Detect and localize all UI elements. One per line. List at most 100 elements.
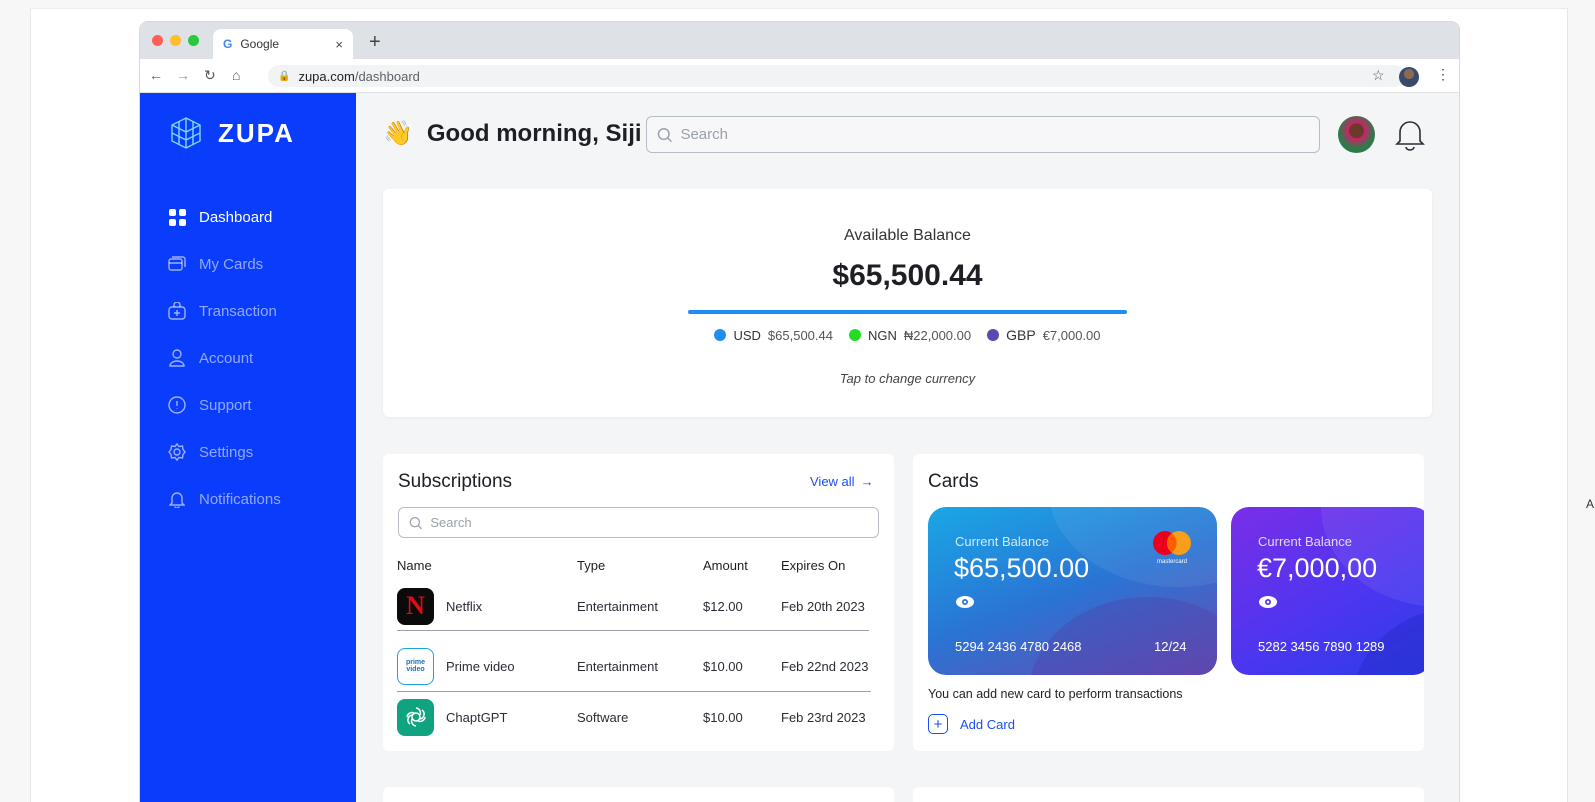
browser-tab[interactable]: G Google ×: [213, 29, 353, 59]
close-window-button[interactable]: [152, 35, 163, 46]
svg-text:mastercard: mastercard: [1157, 559, 1187, 565]
avatar[interactable]: [1338, 116, 1375, 153]
table-row[interactable]: N Netflix Entertainment $12.00 Feb 20th …: [397, 580, 880, 632]
eye-icon[interactable]: [955, 595, 975, 609]
change-currency-hint[interactable]: Tap to change currency: [383, 371, 1432, 386]
currency-code: USD: [733, 327, 761, 343]
row-name: Prime video: [446, 658, 515, 674]
brand-name: ZUPA: [218, 117, 295, 148]
sidebar-item-label: Transaction: [199, 302, 277, 320]
sidebar-item-label: Support: [199, 396, 252, 414]
currency-code: NGN: [867, 327, 897, 343]
cards-panel: Cards Current Balance $65,500.00 masterc…: [913, 454, 1424, 751]
notification-bell-icon[interactable]: [1394, 117, 1426, 151]
waving-hand-icon: 👋: [383, 120, 413, 147]
search-input[interactable]: [680, 126, 1319, 143]
gear-icon: [168, 443, 186, 461]
balance-card[interactable]: Available Balance $65,500.44 USD $65,500…: [383, 189, 1432, 417]
brand[interactable]: ZUPA: [168, 115, 295, 151]
currency-gbp[interactable]: GBP €7,000.00: [987, 327, 1101, 343]
column-header-amount: Amount: [703, 558, 748, 573]
search-icon: [409, 516, 422, 529]
edge-text: A: [1586, 497, 1595, 511]
row-name: ChaptGPT: [446, 709, 508, 725]
next-panel-stub: [913, 787, 1424, 802]
forward-icon[interactable]: →: [176, 67, 190, 83]
browser-menu-icon[interactable]: ⋮: [1436, 66, 1450, 83]
sidebar-item-label: Dashboard: [199, 208, 273, 226]
table-row[interactable]: prime video Prime video Entertainment $1…: [397, 640, 880, 692]
google-icon: G: [223, 37, 233, 51]
grid-icon: [168, 208, 186, 226]
subscriptions-search-input[interactable]: [430, 515, 878, 530]
currency-list: USD $65,500.44 NGN ₦22,000.00 GBP €7,000…: [383, 327, 1432, 343]
sidebar-item-label: Account: [199, 349, 254, 367]
bookmark-star-icon[interactable]: ☆: [1372, 67, 1385, 84]
add-card-button[interactable]: + Add Card: [928, 714, 1015, 734]
cube-logo-icon: [171, 117, 201, 149]
lock-icon: 🔒: [278, 70, 291, 82]
plus-icon: +: [928, 714, 948, 734]
window-controls: [152, 35, 199, 46]
currency-code: GBP: [1006, 327, 1036, 343]
sidebar-item-notifications[interactable]: Notifications: [168, 489, 281, 509]
table-row[interactable]: ChaptGPT Software $10.00 Feb 23rd 2023: [397, 691, 880, 743]
minimize-window-button[interactable]: [170, 35, 181, 46]
back-icon[interactable]: ←: [149, 67, 163, 83]
tab-bar: G Google × +: [140, 22, 1459, 59]
bell-icon: [168, 490, 186, 508]
column-header-expires: Expires On: [781, 558, 846, 573]
balance-amount: $65,500.44: [832, 259, 983, 292]
maximize-window-button[interactable]: [188, 35, 199, 46]
url-host: zupa.com: [298, 68, 355, 84]
currency-value: $65,500.44: [767, 327, 833, 343]
currency-usd[interactable]: USD $65,500.44: [714, 327, 833, 343]
sidebar-item-dashboard[interactable]: Dashboard: [168, 207, 281, 227]
row-divider: [397, 630, 869, 631]
sidebar-item-label: Settings: [199, 443, 254, 461]
row-expires: Feb 22nd 2023: [781, 658, 869, 674]
currency-ngn[interactable]: NGN ₦22,000.00: [848, 327, 971, 343]
subscriptions-search[interactable]: [398, 507, 879, 538]
sidebar-nav: Dashboard My Cards Transaction Account S…: [168, 207, 281, 536]
netflix-icon: N: [397, 587, 434, 625]
card-balance-amount: $65,500.00: [954, 553, 1090, 583]
url-field[interactable]: 🔒 zupa.com/dashboard: [268, 65, 1405, 87]
new-tab-button[interactable]: +: [369, 31, 381, 54]
card-balance-label: Current Balance: [955, 534, 1049, 549]
browser-profile-avatar[interactable]: [1399, 67, 1419, 87]
next-panel-stub: [383, 787, 894, 802]
sidebar-item-my-cards[interactable]: My Cards: [168, 254, 281, 274]
transaction-icon: [168, 302, 186, 320]
add-card-note: You can add new card to perform transact…: [928, 687, 1183, 701]
card-number: 5294 2436 4780 2468: [955, 639, 1082, 654]
arrow-right-icon: →: [860, 474, 874, 489]
sidebar-item-transaction[interactable]: Transaction: [168, 301, 281, 321]
cards-title: Cards: [928, 471, 979, 492]
info-icon: [168, 396, 186, 414]
bank-card-usd[interactable]: Current Balance $65,500.00 mastercard 52…: [928, 507, 1217, 675]
currency-value: €7,000.00: [1042, 327, 1101, 343]
search-bar[interactable]: [646, 116, 1320, 153]
mastercard-logo-icon: mastercard: [1153, 531, 1191, 565]
home-icon[interactable]: ⌂: [232, 67, 240, 83]
row-type: Software: [577, 709, 629, 725]
reload-icon[interactable]: ↻: [204, 67, 216, 84]
row-amount: $12.00: [703, 598, 743, 614]
currency-dot: [848, 329, 861, 341]
sidebar-item-label: Notifications: [199, 490, 281, 508]
sidebar-item-settings[interactable]: Settings: [168, 442, 281, 462]
sidebar-item-account[interactable]: Account: [168, 348, 281, 368]
view-all-link[interactable]: View all →: [810, 474, 874, 489]
currency-dot: [714, 329, 727, 341]
chatgpt-icon: [397, 698, 434, 736]
sidebar-item-label: My Cards: [199, 255, 264, 273]
balance-label: Available Balance: [844, 227, 971, 244]
card-expiry: 12/24: [1154, 639, 1187, 654]
eye-icon[interactable]: [1258, 595, 1278, 609]
bank-card-eur[interactable]: Current Balance €7,000,00 5282 3456 7890…: [1231, 507, 1424, 675]
row-type: Entertainment: [577, 598, 658, 614]
sidebar-item-support[interactable]: Support: [168, 395, 281, 415]
close-tab-icon[interactable]: ×: [335, 37, 343, 52]
subscriptions-panel: Subscriptions View all → Name Type Amoun…: [383, 454, 894, 751]
